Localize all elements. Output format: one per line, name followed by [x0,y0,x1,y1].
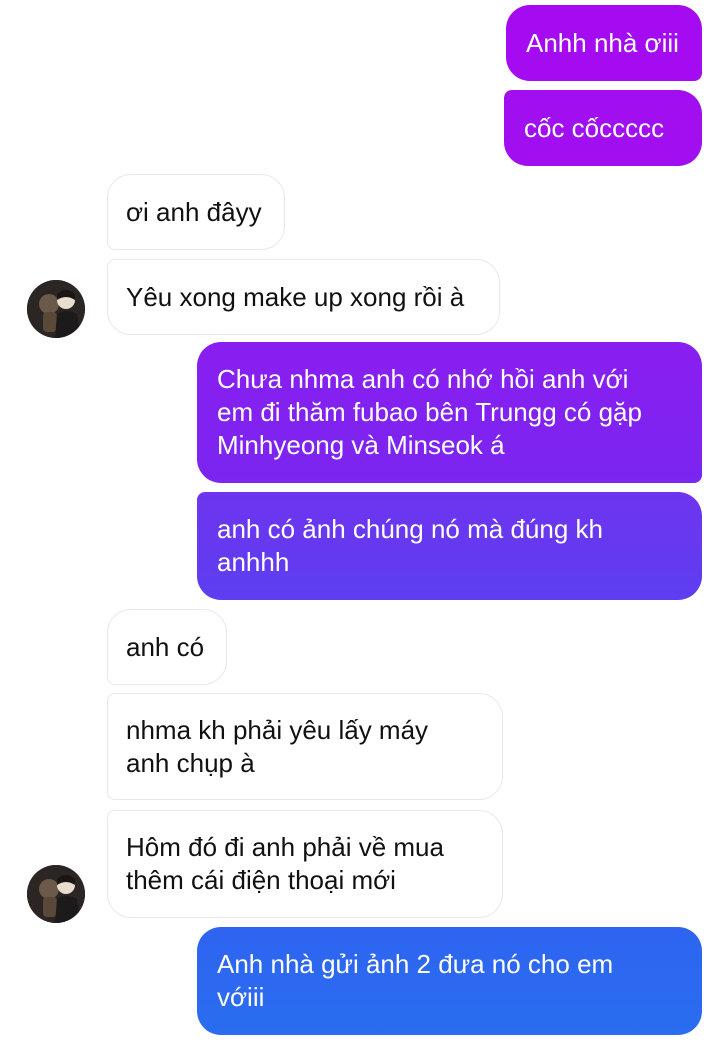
message-text: ơi anh đâyy [126,196,262,227]
incoming-message-2[interactable]: Yêu xong make up xong rồi à [107,259,500,335]
outgoing-message-2[interactable]: cốc cốccccc [504,90,702,166]
contact-avatar[interactable] [27,280,85,338]
message-text: Yêu xong make up xong rồi à [126,281,465,312]
outgoing-message-3[interactable]: Chưa nhma anh có nhớ hồi anh với em đi t… [197,342,702,483]
message-text: Anh nhà gửi ảnh 2 đưa nó cho em vớiii [217,949,614,1012]
contact-avatar[interactable] [27,865,85,923]
message-text: Chưa nhma anh có nhớ hồi anh với em đi t… [217,364,642,460]
message-text: cốc cốccccc [524,112,665,143]
incoming-message-3[interactable]: anh có [107,609,227,685]
message-text: anh có [126,631,205,662]
outgoing-message-1[interactable]: Anhh nhà ơiii [506,5,702,81]
incoming-message-5[interactable]: Hôm đó đi anh phải về mua thêm cái điện … [107,810,503,918]
message-text: Anhh nhà ơiii [526,27,679,58]
incoming-message-1[interactable]: ơi anh đâyy [107,174,285,250]
avatar-image [27,865,85,923]
incoming-message-4[interactable]: nhma kh phải yêu lấy máy anh chụp à [107,693,503,800]
message-text: anh có ảnh chúng nó mà đúng kh anhhh [217,514,603,577]
outgoing-message-4[interactable]: anh có ảnh chúng nó mà đúng kh anhhh [197,492,702,600]
message-text: Hôm đó đi anh phải về mua thêm cái điện … [126,832,444,895]
message-text: nhma kh phải yêu lấy máy anh chụp à [126,714,429,778]
avatar-image [27,280,85,338]
outgoing-message-5[interactable]: Anh nhà gửi ảnh 2 đưa nó cho em vớiii [197,927,702,1035]
